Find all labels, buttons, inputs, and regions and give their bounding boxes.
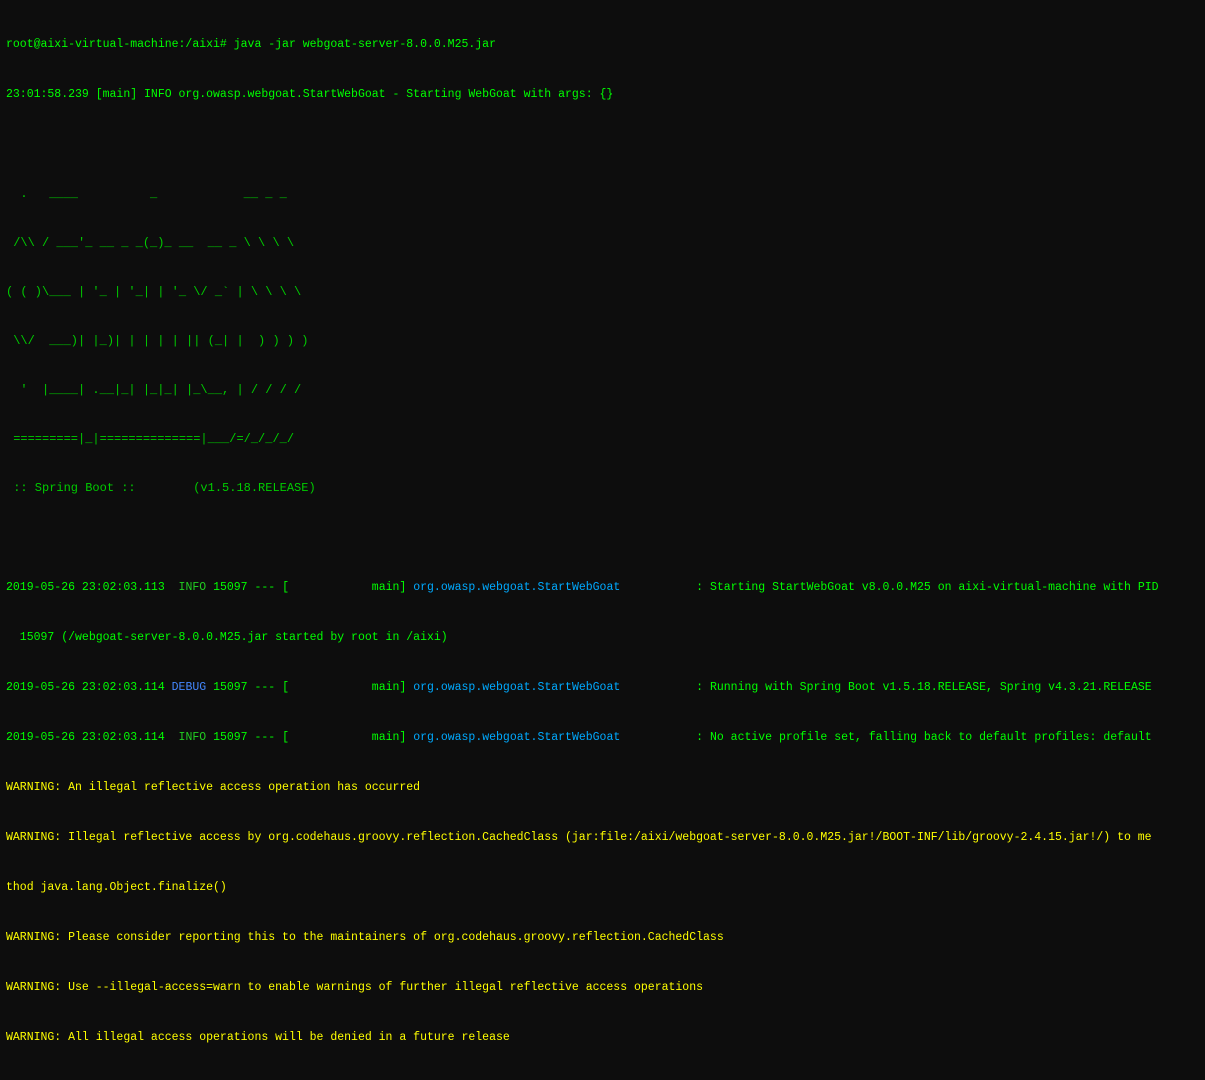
log-info-3: 2019-05-26 23:02:03.114 INFO 15097 --- [… (6, 730, 1199, 747)
warning-1: WARNING: An illegal reflective access op… (6, 780, 1199, 797)
spring-logo-6: =========|_|==============|___/=/_/_/_/ (6, 432, 1199, 448)
terminal-window: root@aixi-virtual-machine:/aixi# java -j… (6, 4, 1199, 1080)
blank-line-2 (6, 530, 1199, 547)
log-info-1b: 15097 (/webgoat-server-8.0.0.M25.jar sta… (6, 630, 1199, 647)
log-info-1: 2019-05-26 23:02:03.113 INFO 15097 --- [… (6, 580, 1199, 597)
spring-logo-2: /\\ / ___'_ __ _ _(_)_ __ __ _ \ \ \ \ (6, 236, 1199, 252)
log-debug-2: 2019-05-26 23:02:03.114 DEBUG 15097 --- … (6, 680, 1199, 697)
spring-logo-1: . ____ _ __ _ _ (6, 187, 1199, 203)
warning-2b: thod java.lang.Object.finalize() (6, 880, 1199, 897)
warning-5: WARNING: All illegal access operations w… (6, 1030, 1199, 1047)
warning-3: WARNING: Please consider reporting this … (6, 930, 1199, 947)
warning-4: WARNING: Use --illegal-access=warn to en… (6, 980, 1199, 997)
log-startup: 23:01:58.239 [main] INFO org.owasp.webgo… (6, 87, 1199, 104)
spring-logo-5: ' |____| .__|_| |_|_| |_\__, | / / / / (6, 383, 1199, 399)
warning-2: WARNING: Illegal reflective access by or… (6, 830, 1199, 847)
spring-logo-4: \\/ ___)| |_)| | | | | || (_| | ) ) ) ) (6, 334, 1199, 350)
spring-logo-3: ( ( )\___ | '_ | '_| | '_ \/ _` | \ \ \ … (6, 285, 1199, 301)
blank-line-1 (6, 137, 1199, 154)
spring-logo-7: :: Spring Boot :: (v1.5.18.RELEASE) (6, 481, 1199, 497)
command-line-1: root@aixi-virtual-machine:/aixi# java -j… (6, 37, 1199, 54)
